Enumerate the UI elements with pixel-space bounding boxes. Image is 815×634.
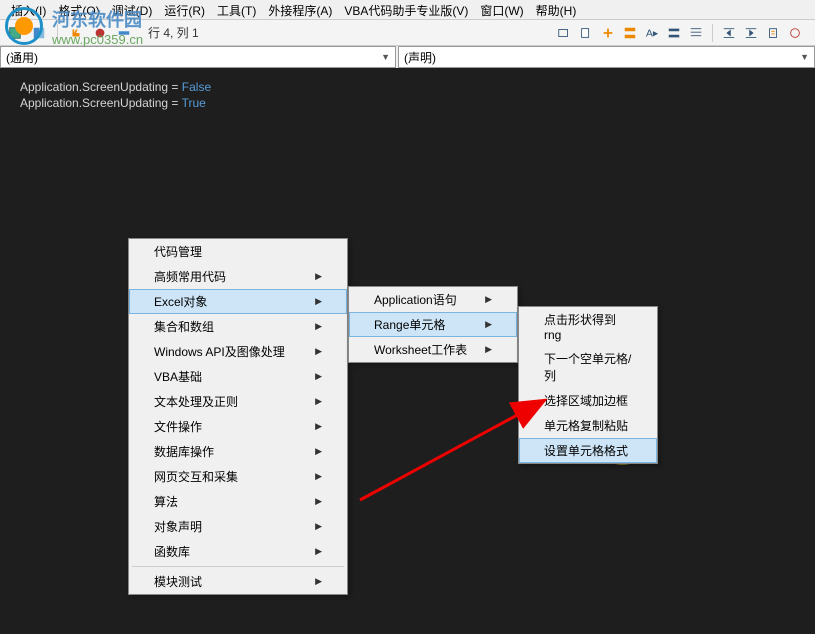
submenu-arrow-icon: ▶ bbox=[315, 446, 322, 457]
code-keyword: False bbox=[182, 80, 211, 94]
toolbar-icon-break[interactable] bbox=[90, 24, 110, 42]
menu-help[interactable]: 帮助(H) bbox=[530, 0, 583, 19]
context-menu-main: 代码管理 高频常用代码▶ Excel对象▶ 集合和数组▶ Windows API… bbox=[128, 238, 348, 595]
menu-item-db-ops[interactable]: 数据库操作▶ bbox=[129, 439, 347, 464]
tb-icon-r1[interactable] bbox=[554, 24, 574, 42]
tb-icon-indent-l[interactable] bbox=[719, 24, 739, 42]
submenu-arrow-icon: ▶ bbox=[485, 344, 492, 355]
tb-icon-r6[interactable] bbox=[664, 24, 684, 42]
dropdown-bar: (通用) ▼ (声明) ▼ bbox=[0, 46, 815, 68]
toolbar-icon-2[interactable] bbox=[29, 24, 49, 42]
menu-item-collection-array[interactable]: 集合和数组▶ bbox=[129, 314, 347, 339]
tb-icon-r7[interactable] bbox=[686, 24, 706, 42]
menu-item-application[interactable]: Application语句▶ bbox=[349, 287, 517, 312]
procedure-dropdown-value: (声明) bbox=[404, 49, 436, 66]
svg-text:A▸: A▸ bbox=[646, 27, 659, 39]
chevron-down-icon: ▼ bbox=[381, 52, 390, 62]
menu-item-freq-code[interactable]: 高频常用代码▶ bbox=[129, 264, 347, 289]
menu-format[interactable]: 格式(O) bbox=[52, 0, 105, 19]
submenu-arrow-icon: ▶ bbox=[315, 371, 322, 382]
menu-item-text-regex[interactable]: 文本处理及正则▶ bbox=[129, 389, 347, 414]
menu-debug[interactable]: 调试(D) bbox=[106, 0, 159, 19]
submenu-arrow-icon: ▶ bbox=[315, 321, 322, 332]
submenu-arrow-icon: ▶ bbox=[315, 576, 322, 587]
menu-item-excel-object[interactable]: Excel对象▶ bbox=[129, 289, 347, 314]
menu-item-win-api[interactable]: Windows API及图像处理▶ bbox=[129, 339, 347, 364]
submenu-arrow-icon: ▶ bbox=[315, 546, 322, 557]
tb-icon-indent-r[interactable] bbox=[741, 24, 761, 42]
tb-icon-r10[interactable] bbox=[763, 24, 783, 42]
chevron-down-icon: ▼ bbox=[800, 52, 809, 62]
submenu-arrow-icon: ▶ bbox=[315, 421, 322, 432]
menu-item-code-manage[interactable]: 代码管理 bbox=[129, 239, 347, 264]
menu-item-module-test[interactable]: 模块测试▶ bbox=[129, 569, 347, 594]
toolbar-icon-1[interactable] bbox=[5, 24, 25, 42]
tb-icon-r4[interactable] bbox=[620, 24, 640, 42]
menu-item-web[interactable]: 网页交互和采集▶ bbox=[129, 464, 347, 489]
menu-item-worksheet[interactable]: Worksheet工作表▶ bbox=[349, 337, 517, 362]
toolbar-right: A▸ bbox=[554, 24, 805, 42]
submenu-arrow-icon: ▶ bbox=[315, 496, 322, 507]
menu-item-file-ops[interactable]: 文件操作▶ bbox=[129, 414, 347, 439]
submenu-arrow-icon: ▶ bbox=[315, 296, 322, 307]
object-dropdown[interactable]: (通用) ▼ bbox=[0, 46, 396, 68]
menu-item-vba-basic[interactable]: VBA基础▶ bbox=[129, 364, 347, 389]
toolbar-icon-step[interactable] bbox=[114, 24, 134, 42]
submenu-arrow-icon: ▶ bbox=[315, 346, 322, 357]
menu-item-click-shape-rng[interactable]: 点击形状得到rng bbox=[519, 307, 657, 346]
submenu-arrow-icon: ▶ bbox=[485, 319, 492, 330]
menu-addins[interactable]: 外接程序(A) bbox=[262, 0, 338, 19]
toolbar: 行 4, 列 1 A▸ bbox=[0, 20, 815, 46]
menu-separator bbox=[132, 566, 344, 567]
tb-icon-r2[interactable] bbox=[576, 24, 596, 42]
cursor-position: 行 4, 列 1 bbox=[148, 24, 199, 41]
submenu-arrow-icon: ▶ bbox=[315, 271, 322, 282]
submenu-arrow-icon: ▶ bbox=[315, 471, 322, 482]
menu-insert[interactable]: 插入(I) bbox=[5, 0, 52, 19]
menu-item-obj-decl[interactable]: 对象声明▶ bbox=[129, 514, 347, 539]
code-keyword: True bbox=[182, 96, 206, 110]
submenu-arrow-icon: ▶ bbox=[315, 521, 322, 532]
menu-item-range[interactable]: Range单元格▶ bbox=[349, 312, 517, 337]
context-submenu-range: 点击形状得到rng 下一个空单元格/列 选择区域加边框 单元格复制粘贴 设置单元… bbox=[518, 306, 658, 464]
toolbar-separator bbox=[712, 24, 713, 42]
menu-run[interactable]: 运行(R) bbox=[158, 0, 211, 19]
tb-icon-r3[interactable] bbox=[598, 24, 618, 42]
menubar: 插入(I) 格式(O) 调试(D) 运行(R) 工具(T) 外接程序(A) VB… bbox=[0, 0, 815, 20]
submenu-arrow-icon: ▶ bbox=[315, 396, 322, 407]
code-text: Application.ScreenUpdating = bbox=[20, 80, 182, 94]
toolbar-separator bbox=[57, 24, 58, 42]
submenu-arrow-icon: ▶ bbox=[485, 294, 492, 305]
object-dropdown-value: (通用) bbox=[6, 49, 38, 66]
toolbar-icon-hand[interactable] bbox=[66, 24, 86, 42]
menu-item-func-lib[interactable]: 函数库▶ bbox=[129, 539, 347, 564]
code-text: Application.ScreenUpdating = bbox=[20, 96, 182, 110]
menu-vba-helper[interactable]: VBA代码助手专业版(V) bbox=[338, 0, 474, 19]
menu-window[interactable]: 窗口(W) bbox=[474, 0, 529, 19]
menu-item-add-border[interactable]: 选择区域加边框 bbox=[519, 388, 657, 413]
menu-item-algorithm[interactable]: 算法▶ bbox=[129, 489, 347, 514]
menu-item-copy-paste[interactable]: 单元格复制粘贴 bbox=[519, 413, 657, 438]
context-submenu-excel: Application语句▶ Range单元格▶ Worksheet工作表▶ bbox=[348, 286, 518, 363]
tb-icon-r11[interactable] bbox=[785, 24, 805, 42]
menu-tools[interactable]: 工具(T) bbox=[211, 0, 262, 19]
menu-item-set-format[interactable]: 设置单元格格式 bbox=[519, 438, 657, 463]
procedure-dropdown[interactable]: (声明) ▼ bbox=[398, 46, 815, 68]
tb-icon-r5[interactable]: A▸ bbox=[642, 24, 662, 42]
menu-item-next-empty[interactable]: 下一个空单元格/列 bbox=[519, 346, 657, 388]
